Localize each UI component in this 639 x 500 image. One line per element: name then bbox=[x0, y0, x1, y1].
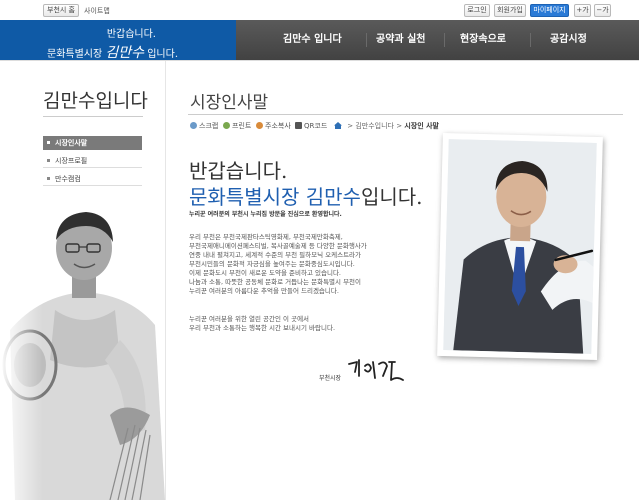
sidebar-title: 김만수입니다 bbox=[43, 90, 148, 112]
header-divider bbox=[0, 60, 639, 61]
sidebar-item-label: 시장프로필 bbox=[55, 157, 88, 165]
print-button[interactable]: 프린트 bbox=[223, 121, 251, 131]
bullet-icon bbox=[47, 141, 50, 144]
paragraph-line: 우리 부천과 소통하는 행복한 시간 보내시기 바랍니다. bbox=[189, 324, 336, 332]
column-divider bbox=[165, 61, 166, 500]
sidebar-item-profile[interactable]: 시장프로필 bbox=[43, 154, 142, 168]
brand-title: 문화특별시장 김만수 입니다. bbox=[47, 42, 178, 62]
utility-bar: 부천시 홈 사이트맵 로그인 회원가입 마이페이지 +가 −가 bbox=[0, 0, 639, 20]
bullet-icon bbox=[47, 177, 50, 180]
print-label: 프린트 bbox=[232, 122, 252, 130]
brand-banner[interactable]: 반갑습니다. 문화특별시장 김만수 입니다. bbox=[0, 20, 236, 62]
join-button[interactable]: 회원가입 bbox=[494, 4, 526, 17]
scrap-icon bbox=[190, 122, 197, 129]
intro-paragraph: 우리 부천은 부천국제판타스틱영화제, 부천국제만화축제, 부천국제애니메이션페… bbox=[189, 233, 367, 296]
sidebar-title-divider bbox=[43, 116, 143, 117]
sitemap-link[interactable]: 사이트맵 bbox=[84, 6, 110, 16]
copy-address-label: 주소복사 bbox=[265, 122, 291, 130]
nav-divider bbox=[530, 33, 531, 47]
greeting-heading: 반갑습니다. bbox=[189, 159, 288, 183]
font-size-decrease-button[interactable]: −가 bbox=[594, 4, 611, 17]
qr-code-label: QR코드 bbox=[304, 122, 328, 130]
breadcrumb-current: 시장인 사말 bbox=[404, 122, 439, 130]
paragraph-line: 우리 부천은 부천국제판타스틱영화제, 부천국제만화축제, bbox=[189, 233, 343, 241]
sidebar-item-label: 시장인사말 bbox=[55, 139, 88, 147]
signature-label: 부천시장 bbox=[319, 375, 342, 382]
nav-item-field[interactable]: 현장속으로 bbox=[460, 20, 506, 60]
mayor-portrait-frame bbox=[437, 132, 603, 361]
page-title: 시장인사말 bbox=[190, 93, 269, 113]
paragraph-line: 부천시민들의 문화적 자긍심을 높여주는 문화중심도시입니다. bbox=[189, 260, 355, 268]
login-button[interactable]: 로그인 bbox=[464, 4, 490, 17]
font-size-increase-button[interactable]: +가 bbox=[574, 4, 591, 17]
brand-title-suffix: 입니다. bbox=[147, 49, 178, 60]
nav-item-pledges[interactable]: 공약과 실천 bbox=[376, 20, 425, 60]
bullet-icon bbox=[47, 159, 50, 162]
paragraph-line: 연중 내내 펼쳐지고, 세계적 수준의 부천 필하모닉 오케스트라가 bbox=[189, 251, 362, 259]
bucheon-home-button[interactable]: 부천시 홈 bbox=[43, 4, 79, 17]
mayor-portrait-photo bbox=[443, 139, 597, 354]
mayor-heading-rest: 입니다. bbox=[360, 185, 423, 209]
nav-item-about[interactable]: 김만수 입니다 bbox=[283, 20, 342, 60]
page-title-divider bbox=[188, 114, 623, 115]
sidebar-item-greeting[interactable]: 시장인사말 bbox=[43, 136, 142, 150]
qr-code-icon bbox=[295, 122, 302, 129]
brand-title-prefix: 문화특별시장 bbox=[47, 49, 103, 60]
nav-item-empathy[interactable]: 공감시정 bbox=[550, 20, 587, 60]
scrap-button[interactable]: 스크랩 bbox=[190, 121, 218, 131]
sidebar-item-label: 만수캠컴 bbox=[55, 175, 81, 183]
breadcrumb-separator: > bbox=[347, 122, 354, 130]
sidebar-item-campaign[interactable]: 만수캠컴 bbox=[43, 172, 142, 186]
breadcrumb: > 김만수입니다 > 시장인 사말 bbox=[334, 121, 439, 131]
copy-address-icon bbox=[256, 122, 263, 129]
brand-signature: 김만수 bbox=[105, 45, 145, 61]
site-header: 반갑습니다. 문화특별시장 김만수 입니다. 김만수 입니다 공약과 실천 현장… bbox=[0, 20, 639, 62]
mayor-farming-photo bbox=[0, 200, 170, 500]
nav-divider bbox=[366, 33, 367, 47]
paragraph-line: 누리꾼 여러분의 아름다운 추억을 만들어 드리겠습니다. bbox=[189, 287, 339, 295]
nav-divider bbox=[444, 33, 445, 47]
main-navigation: 김만수 입니다 공약과 실천 현장속으로 공감시정 bbox=[236, 20, 639, 60]
scrap-label: 스크랩 bbox=[199, 122, 219, 130]
brand-greeting: 반갑습니다. bbox=[106, 29, 156, 40]
qr-code-button[interactable]: QR코드 bbox=[295, 121, 327, 131]
copy-address-button[interactable]: 주소복사 bbox=[256, 121, 291, 131]
paragraph-line: 부천국제애니메이션페스티벌, 복사골예술제 등 다양한 문화행사가 bbox=[189, 242, 367, 250]
mayor-heading: 문화특별시장 김만수입니다. bbox=[189, 181, 423, 210]
paragraph-line: 나눔과 소통, 따뜻한 공동체 문화로 거듭나는 문화특별시 부천이 bbox=[189, 278, 362, 286]
paragraph-line: 이제 문화도시 부천이 새로운 도약을 준비하고 있습니다. bbox=[189, 269, 342, 277]
home-icon[interactable] bbox=[334, 122, 342, 129]
closing-paragraph: 누리꾼 여러분을 위한 열린 공간인 이 곳에서 우리 부천과 소통하는 행복한… bbox=[189, 315, 335, 333]
breadcrumb-separator: > bbox=[396, 122, 403, 130]
breadcrumb-level1[interactable]: 김만수입니다 bbox=[355, 122, 394, 130]
mayor-heading-highlight: 문화특별시장 김만수 bbox=[189, 185, 361, 209]
mypage-button[interactable]: 마이페이지 bbox=[530, 4, 569, 17]
print-icon bbox=[223, 122, 230, 129]
paragraph-line: 누리꾼 여러분을 위한 열린 공간인 이 곳에서 bbox=[189, 315, 310, 323]
welcome-text: 누리꾼 여러분의 부천시 누리집 방문을 진심으로 환영합니다. bbox=[189, 211, 342, 218]
mayor-signature-image bbox=[348, 359, 404, 381]
